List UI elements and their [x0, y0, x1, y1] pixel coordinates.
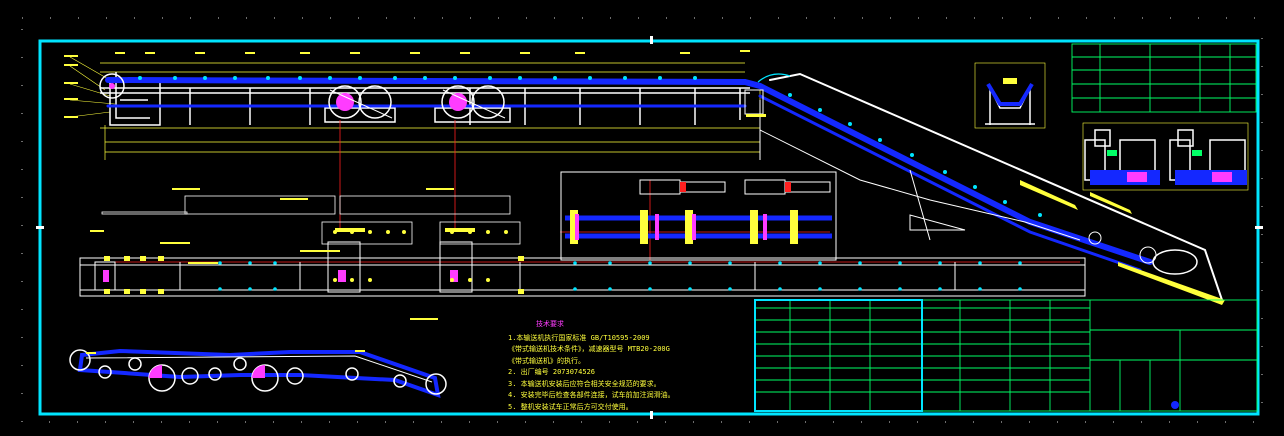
- title-block-highlight: [754, 299, 923, 412]
- note-line: 2. 出厂编号 2073074526: [508, 368, 596, 376]
- head-pulley-icon: [1088, 231, 1198, 275]
- section-lines: [100, 120, 1080, 263]
- belt-line: [105, 72, 1223, 301]
- note-line: 《带式输送机技术条件》，减速器型号 MTB20-200G: [508, 345, 670, 353]
- revision-table: [1071, 43, 1257, 113]
- note-line: 3. 本输送机安装后应符合相关安全规范的要求。: [508, 379, 661, 388]
- parts-list-table: [754, 299, 1258, 412]
- drive-pulley-icon: [328, 85, 393, 119]
- note-line: 1.本输送机执行国家标准 GB/T10595-2009: [508, 333, 650, 342]
- stamp-mark: [1171, 401, 1179, 409]
- technical-notes: 技术要求 1.本输送机执行国家标准 GB/T10595-2009 《带式输送机技…: [508, 319, 748, 413]
- drive-detail-view: [560, 171, 837, 261]
- idler-section-view: [974, 62, 1046, 129]
- notes-title: 技术要求: [536, 320, 564, 328]
- drive-pulley-icon: [441, 85, 506, 119]
- belt-path-diagram: [69, 348, 447, 399]
- note-line: 5. 整机安装试车正常后方可交付使用。: [508, 402, 633, 411]
- drive-unit-views: [1082, 122, 1249, 191]
- elevation-view: [64, 50, 1225, 305]
- note-line: 《带式输送机》的执行。: [508, 356, 585, 365]
- note-line: 4. 安装完毕后检查各部件连接，试车前加注润滑油。: [508, 391, 675, 399]
